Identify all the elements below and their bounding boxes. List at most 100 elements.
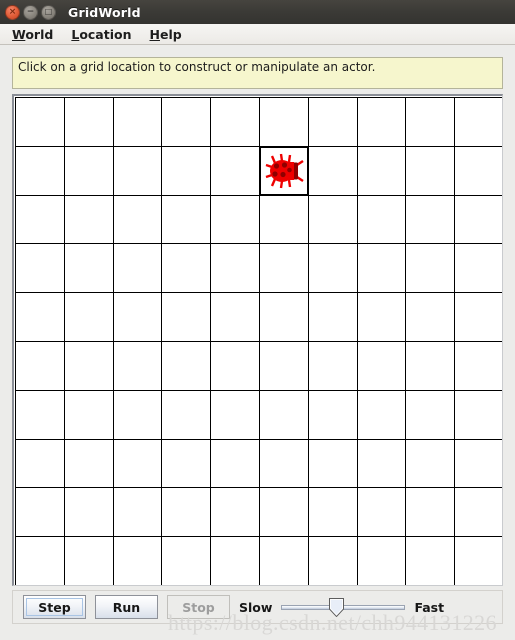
grid-cell[interactable] <box>259 341 308 390</box>
grid-cell[interactable] <box>64 341 113 390</box>
grid-cell[interactable] <box>308 98 357 146</box>
grid-cell[interactable] <box>64 439 113 488</box>
grid-cell[interactable] <box>162 98 211 146</box>
grid-panel[interactable] <box>12 94 503 586</box>
grid-cell[interactable] <box>308 146 357 195</box>
grid-cell[interactable] <box>64 244 113 293</box>
menu-item-world[interactable]: World <box>3 25 62 44</box>
grid-cell[interactable] <box>258 145 309 196</box>
grid-cell[interactable] <box>113 341 162 390</box>
minimize-icon[interactable]: − <box>23 4 38 20</box>
grid-cell[interactable] <box>406 488 455 537</box>
grid-cell[interactable] <box>308 195 357 244</box>
grid-cell[interactable] <box>259 537 308 585</box>
grid-cell[interactable] <box>64 537 113 585</box>
grid-cell[interactable] <box>308 439 357 488</box>
grid-cell[interactable] <box>113 244 162 293</box>
close-icon[interactable]: × <box>5 4 20 20</box>
grid-cell[interactable] <box>308 244 357 293</box>
grid-cell[interactable] <box>16 293 64 341</box>
grid-cell[interactable] <box>455 98 502 146</box>
grid-cell[interactable] <box>162 195 211 244</box>
grid-cell[interactable] <box>308 390 357 439</box>
grid-cell[interactable] <box>259 244 308 293</box>
grid-cell[interactable] <box>113 439 162 488</box>
grid-cell[interactable] <box>64 146 113 195</box>
grid-cell[interactable] <box>162 488 211 537</box>
step-button[interactable]: Step <box>23 595 86 619</box>
grid-cell[interactable] <box>406 390 455 439</box>
grid-cell[interactable] <box>455 146 502 195</box>
speed-slider[interactable] <box>281 595 406 619</box>
grid-cell[interactable] <box>162 439 211 488</box>
grid-cell[interactable] <box>16 98 64 146</box>
grid-cell[interactable] <box>406 293 455 341</box>
grid-cell[interactable] <box>357 98 406 146</box>
grid-cell[interactable] <box>113 390 162 439</box>
grid-cell[interactable] <box>357 439 406 488</box>
grid-cell[interactable] <box>211 98 259 146</box>
menu-item-help[interactable]: Help <box>141 25 191 44</box>
grid-cell[interactable] <box>357 293 406 341</box>
grid-cell[interactable] <box>211 244 259 293</box>
grid-cell[interactable] <box>64 488 113 537</box>
grid-cell[interactable] <box>308 341 357 390</box>
grid-cell[interactable] <box>211 439 259 488</box>
grid-cell[interactable] <box>259 439 308 488</box>
grid-cell[interactable] <box>113 488 162 537</box>
grid-cell[interactable] <box>64 195 113 244</box>
grid-cell[interactable] <box>211 195 259 244</box>
grid-cell[interactable] <box>357 488 406 537</box>
grid-cell[interactable] <box>16 146 64 195</box>
grid-cell[interactable] <box>64 98 113 146</box>
grid-cell[interactable] <box>406 244 455 293</box>
grid-cell[interactable] <box>259 293 308 341</box>
grid-cell[interactable] <box>406 537 455 585</box>
grid-cell[interactable] <box>16 537 64 585</box>
grid-cell[interactable] <box>211 390 259 439</box>
grid-cell[interactable] <box>455 488 502 537</box>
grid-cell[interactable] <box>113 537 162 585</box>
grid-cell[interactable] <box>259 98 308 146</box>
grid-cell[interactable] <box>162 341 211 390</box>
grid-cell[interactable] <box>455 293 502 341</box>
grid-cell[interactable] <box>113 98 162 146</box>
grid-cell[interactable] <box>16 439 64 488</box>
grid-cell[interactable] <box>357 341 406 390</box>
bug-actor[interactable] <box>264 151 304 191</box>
grid-cell[interactable] <box>357 146 406 195</box>
grid-cell[interactable] <box>259 488 308 537</box>
grid-cell[interactable] <box>162 146 211 195</box>
grid-cell[interactable] <box>162 293 211 341</box>
grid-cell[interactable] <box>16 341 64 390</box>
grid-cell[interactable] <box>406 146 455 195</box>
grid-cell[interactable] <box>455 390 502 439</box>
grid-cell[interactable] <box>211 146 259 195</box>
grid-cell[interactable] <box>406 98 455 146</box>
grid-cell[interactable] <box>211 341 259 390</box>
grid-cell[interactable] <box>357 390 406 439</box>
grid-cell[interactable] <box>308 488 357 537</box>
grid-cell[interactable] <box>308 537 357 585</box>
grid-cell[interactable] <box>64 390 113 439</box>
grid-cell[interactable] <box>162 244 211 293</box>
menu-item-location[interactable]: Location <box>62 25 140 44</box>
grid-cell[interactable] <box>357 537 406 585</box>
world-grid[interactable] <box>15 97 502 585</box>
grid-cell[interactable] <box>455 195 502 244</box>
grid-cell[interactable] <box>357 244 406 293</box>
grid-cell[interactable] <box>211 537 259 585</box>
grid-cell[interactable] <box>162 537 211 585</box>
grid-cell[interactable] <box>16 488 64 537</box>
grid-cell[interactable] <box>357 195 406 244</box>
grid-cell[interactable] <box>406 341 455 390</box>
grid-cell[interactable] <box>455 537 502 585</box>
grid-cell[interactable] <box>455 244 502 293</box>
grid-cell[interactable] <box>211 488 259 537</box>
grid-cell[interactable] <box>259 390 308 439</box>
run-button[interactable]: Run <box>95 595 158 619</box>
grid-cell[interactable] <box>16 390 64 439</box>
grid-cell[interactable] <box>162 390 211 439</box>
grid-cell[interactable] <box>64 293 113 341</box>
grid-cell[interactable] <box>16 244 64 293</box>
